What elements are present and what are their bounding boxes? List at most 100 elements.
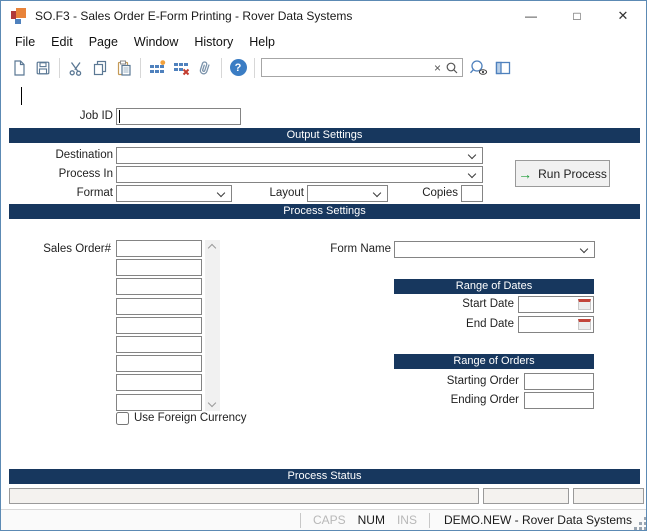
sales-order-scrollbar[interactable]: [205, 240, 220, 411]
start-date-value: [519, 301, 522, 313]
start-date-input[interactable]: [518, 296, 594, 313]
use-foreign-currency-checkbox[interactable]: [116, 412, 129, 425]
caps-indicator: CAPS: [307, 513, 352, 527]
menu-window[interactable]: Window: [126, 31, 186, 53]
app-icon[interactable]: [11, 8, 27, 24]
sales-order-input-5[interactable]: [116, 317, 202, 334]
minimize-button[interactable]: —: [508, 1, 554, 31]
help-glyph: ?: [230, 59, 247, 76]
paste-icon[interactable]: [112, 56, 136, 80]
job-id-input[interactable]: [116, 108, 241, 125]
use-foreign-currency-label: Use Foreign Currency: [134, 411, 246, 425]
process-status-field-2: [483, 488, 569, 504]
form-name-dropdown[interactable]: [394, 241, 595, 258]
process-status-header: Process Status: [9, 469, 640, 484]
sales-order-label: Sales Order#: [11, 241, 111, 258]
statusbar-separator: [300, 513, 301, 528]
close-button[interactable]: ✕: [600, 1, 646, 31]
process-status-field-main: [9, 488, 479, 504]
chevron-down-icon: [468, 170, 476, 178]
ending-order-input[interactable]: [524, 392, 594, 409]
toolbar-search-box: ×: [261, 58, 463, 77]
process-in-value: [117, 171, 120, 183]
sales-order-input-3[interactable]: [116, 278, 202, 295]
window-title: SO.F3 - Sales Order E-Form Printing - Ro…: [35, 9, 352, 23]
window-layout-icon[interactable]: [491, 56, 515, 80]
job-id-label: Job ID: [11, 108, 113, 125]
scroll-up-icon[interactable]: [208, 244, 216, 252]
num-indicator: NUM: [352, 513, 391, 527]
end-date-input[interactable]: [518, 316, 594, 333]
copy-icon[interactable]: [88, 56, 112, 80]
chevron-down-icon: [217, 189, 225, 197]
process-status-field-3: [573, 488, 644, 504]
menu-history[interactable]: History: [186, 31, 241, 53]
sales-order-input-7[interactable]: [116, 355, 202, 372]
destination-value: [117, 152, 120, 164]
help-icon[interactable]: ?: [226, 56, 250, 80]
layout-dropdown[interactable]: [307, 185, 388, 202]
resize-grip[interactable]: [639, 522, 642, 525]
menu-help[interactable]: Help: [241, 31, 283, 53]
ending-order-label: Ending Order: [419, 392, 519, 409]
insert-rows-icon[interactable]: [145, 56, 169, 80]
range-of-orders-header: Range of Orders: [394, 354, 594, 369]
chevron-down-icon: [373, 189, 381, 197]
search-clear-icon[interactable]: ×: [430, 61, 445, 75]
start-date-label: Start Date: [421, 296, 514, 313]
scroll-down-icon[interactable]: [208, 399, 216, 407]
form-name-value: [395, 246, 398, 258]
statusbar-separator: [429, 513, 430, 528]
format-value: [117, 190, 120, 202]
output-settings-header: Output Settings: [9, 128, 640, 143]
window-controls: — □ ✕: [508, 1, 646, 31]
new-document-icon[interactable]: [7, 56, 31, 80]
process-in-dropdown[interactable]: [116, 166, 483, 183]
form-name-label: Form Name: [301, 241, 391, 258]
sales-order-input-6[interactable]: [116, 336, 202, 353]
app-icon-blue-square: [15, 19, 21, 24]
sales-order-list: [116, 240, 202, 413]
chevron-down-icon: [468, 151, 476, 159]
sales-order-input-8[interactable]: [116, 374, 202, 391]
maximize-button[interactable]: □: [554, 1, 600, 31]
sales-order-input-9[interactable]: [116, 394, 202, 411]
ins-indicator: INS: [391, 513, 423, 527]
menu-page[interactable]: Page: [81, 31, 126, 53]
toolbar: ? ×: [1, 53, 646, 82]
delete-rows-icon[interactable]: [169, 56, 193, 80]
sales-order-input-4[interactable]: [116, 298, 202, 315]
search-input[interactable]: [262, 60, 430, 75]
find-record-icon[interactable]: [467, 56, 491, 80]
destination-dropdown[interactable]: [116, 147, 483, 164]
sales-order-input-1[interactable]: [116, 240, 202, 257]
end-date-value: [519, 321, 522, 333]
menu-bar: File Edit Page Window History Help: [1, 31, 646, 53]
sales-order-input-2[interactable]: [116, 259, 202, 276]
layout-value: [308, 190, 311, 202]
run-process-label: Run Process: [538, 167, 607, 181]
copies-input[interactable]: [461, 185, 483, 202]
session-label: DEMO.NEW - Rover Data Systems: [436, 513, 632, 527]
cut-icon[interactable]: [64, 56, 88, 80]
destination-label: Destination: [11, 147, 113, 164]
calendar-icon[interactable]: [578, 319, 591, 330]
app-icon-orange-square: [16, 8, 26, 18]
run-process-button[interactable]: → Run Process: [515, 160, 610, 187]
menu-edit[interactable]: Edit: [43, 31, 81, 53]
search-icon[interactable]: [445, 61, 462, 75]
starting-order-input[interactable]: [524, 373, 594, 390]
process-in-label: Process In: [11, 166, 113, 183]
status-bar: CAPS NUM INS DEMO.NEW - Rover Data Syste…: [1, 509, 646, 530]
save-icon[interactable]: [31, 56, 55, 80]
format-dropdown[interactable]: [116, 185, 232, 202]
calendar-icon[interactable]: [578, 299, 591, 310]
starting-order-label: Starting Order: [419, 373, 519, 390]
range-of-dates-header: Range of Dates: [394, 279, 594, 294]
copies-label: Copies: [394, 185, 458, 202]
attach-icon[interactable]: [193, 56, 217, 80]
toolbar-separator: [59, 58, 60, 78]
input-caret: [119, 110, 120, 123]
menu-file[interactable]: File: [7, 31, 43, 53]
toolbar-separator: [140, 58, 141, 78]
